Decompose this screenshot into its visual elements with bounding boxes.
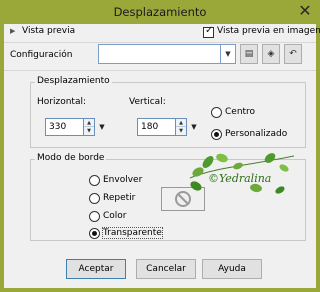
spin-arrows[interactable]: ▲ ▼ xyxy=(175,119,186,135)
spin-up-icon[interactable]: ▲ xyxy=(176,119,186,127)
spin-down-icon[interactable]: ▼ xyxy=(84,127,94,135)
spin-up-icon[interactable]: ▲ xyxy=(84,119,94,127)
divider xyxy=(4,42,316,43)
radio-label-personalizado: Personalizado xyxy=(225,129,288,139)
cancel-button[interactable]: Cancelar xyxy=(136,259,196,279)
radio-centro[interactable] xyxy=(211,107,222,118)
randomize-button[interactable]: ◈ xyxy=(262,44,280,64)
offset-group-title: Desplazamiento xyxy=(35,76,112,86)
config-combo[interactable]: ▼ xyxy=(98,44,236,64)
dialog-window: Desplazamiento ✕ ▶ Vista previa ✓ Vista … xyxy=(0,0,320,292)
close-button[interactable]: ✕ xyxy=(294,2,316,20)
edge-group-title: Modo de borde xyxy=(35,153,107,163)
randomize-icon: ◈ xyxy=(267,49,275,59)
radio-envolver[interactable] xyxy=(89,175,100,186)
chevron-down-icon[interactable]: ▼ xyxy=(220,45,235,63)
radio-label-transparente: Transparente xyxy=(102,227,163,239)
reset-button[interactable]: ↶ xyxy=(284,44,302,64)
checkmark-icon: ✓ xyxy=(205,25,214,36)
preview-image-checkbox[interactable]: ✓ xyxy=(203,25,214,38)
chevron-down-icon[interactable]: ▼ xyxy=(97,118,107,136)
divider xyxy=(4,70,316,71)
window-title: Desplazamiento xyxy=(113,5,207,19)
radio-personalizado[interactable] xyxy=(211,129,222,140)
preview-toggle-label: Vista previa xyxy=(22,26,76,36)
close-icon[interactable]: ✕ xyxy=(298,1,311,20)
reset-icon: ↶ xyxy=(289,49,297,59)
dialog-body: ▶ Vista previa ✓ Vista previa en imagen … xyxy=(4,24,320,288)
radio-color[interactable] xyxy=(89,211,100,222)
spin-down-icon[interactable]: ▼ xyxy=(176,127,186,135)
save-icon: ▤ xyxy=(244,49,254,59)
ok-button[interactable]: Aceptar xyxy=(66,259,126,279)
spin-arrows[interactable]: ▲ ▼ xyxy=(83,119,94,135)
vertical-value[interactable]: 180 xyxy=(141,122,158,132)
vertical-label: Vertical: xyxy=(129,97,166,107)
radio-label-repetir: Repetir xyxy=(103,193,136,203)
horizontal-label: Horizontal: xyxy=(37,97,86,107)
expand-triangle-icon[interactable]: ▶ xyxy=(10,27,15,35)
radio-label-envolver: Envolver xyxy=(103,175,143,185)
config-label: Configuración xyxy=(10,50,73,60)
save-preset-button[interactable]: ▤ xyxy=(240,44,258,64)
title-bar[interactable]: Desplazamiento ✕ xyxy=(0,0,320,24)
offset-group: Desplazamiento Horizontal: 330 ▲ ▼ ▼ Ver… xyxy=(30,76,306,148)
horizontal-value[interactable]: 330 xyxy=(49,122,66,132)
radio-repetir[interactable] xyxy=(89,193,100,204)
radio-label-centro: Centro xyxy=(225,107,256,117)
chevron-down-icon[interactable]: ▼ xyxy=(189,118,199,136)
vertical-spin[interactable]: 180 ▲ ▼ xyxy=(137,118,187,136)
preview-image-label: Vista previa en imagen xyxy=(217,26,320,36)
radio-transparente[interactable] xyxy=(89,228,100,239)
horizontal-spin[interactable]: 330 ▲ ▼ xyxy=(45,118,95,136)
watermark-text: ©Yedralina xyxy=(208,172,272,185)
help-button[interactable]: Ayuda xyxy=(202,259,262,279)
watermark: ©Yedralina xyxy=(184,148,300,204)
radio-label-color: Color xyxy=(103,211,127,221)
